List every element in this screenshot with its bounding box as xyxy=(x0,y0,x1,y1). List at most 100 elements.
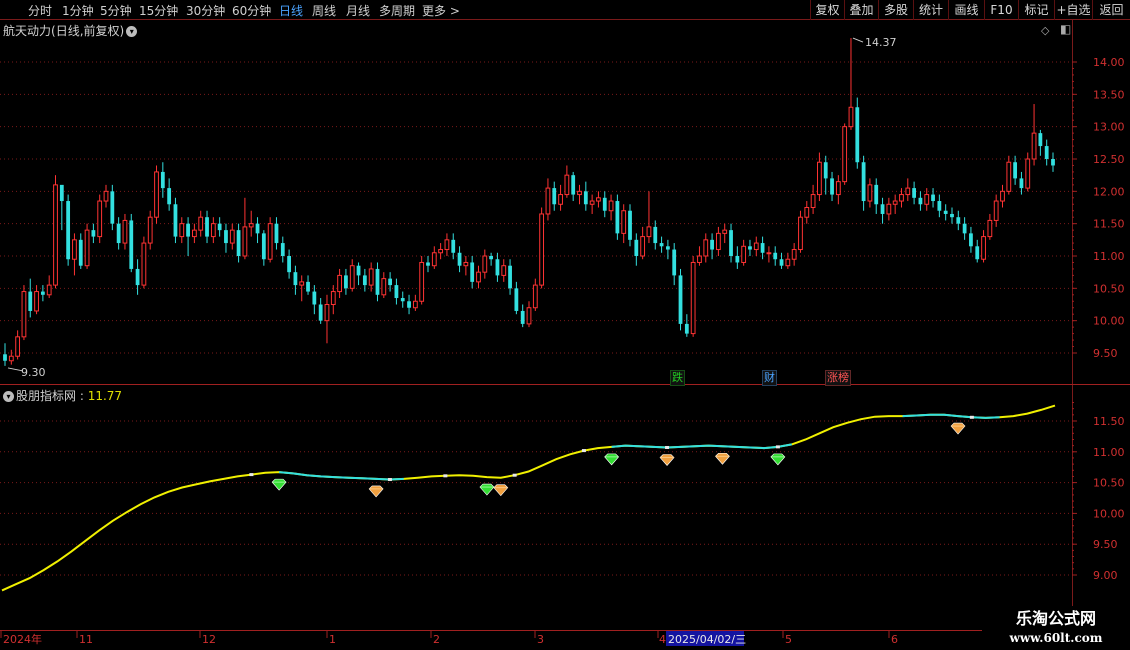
candle-body xyxy=(242,226,248,257)
x-axis-label: 1 xyxy=(329,633,336,646)
buy-signal-gem xyxy=(770,453,786,466)
candle-body xyxy=(1031,132,1037,160)
candle-body xyxy=(672,249,677,276)
candle-body xyxy=(431,252,437,267)
indicator-tick-label: 9.00 xyxy=(1093,569,1118,582)
candle-body xyxy=(791,249,797,260)
candle-body xyxy=(880,204,885,214)
candle-body xyxy=(34,291,39,312)
price-tick-label: 10.50 xyxy=(1093,282,1125,295)
candle-body xyxy=(388,278,393,286)
candle-body xyxy=(444,239,450,251)
line-node xyxy=(443,474,448,478)
candle-body xyxy=(716,232,721,251)
panel-toggle-icon[interactable]: ◧ xyxy=(1060,22,1071,36)
indicator-line-cyan xyxy=(902,413,1000,419)
candle-body xyxy=(532,284,538,309)
watermark-url: www.60lt.com xyxy=(1009,631,1103,645)
low-label: 9.30 xyxy=(21,366,46,379)
candle-body xyxy=(217,223,222,231)
x-axis-label: 2 xyxy=(433,633,440,646)
candle-body xyxy=(589,200,595,205)
candle-body xyxy=(362,275,367,286)
stock-name: 航天动力 xyxy=(3,24,52,38)
candle-body xyxy=(892,200,898,205)
candle-body xyxy=(167,188,172,205)
event-tag-1[interactable]: 财 xyxy=(762,370,777,386)
x-axis-label: 11 xyxy=(79,633,93,646)
candle-body xyxy=(830,178,834,195)
candle-body xyxy=(135,268,140,286)
candle-body xyxy=(552,188,557,205)
watermark-title: 乐淘公式网 xyxy=(1015,609,1096,628)
candle-body xyxy=(621,210,627,234)
candle-body xyxy=(653,226,658,244)
candle-body xyxy=(1019,178,1024,189)
indicator-title: ▾ 股朋指标网 : 11.77 xyxy=(3,387,122,404)
candle-body xyxy=(91,230,96,237)
candle-body xyxy=(1006,161,1012,192)
candle-body xyxy=(1013,162,1018,179)
candle-body xyxy=(659,243,664,247)
candle-body xyxy=(381,278,387,296)
candle-body xyxy=(804,207,810,218)
sell-signal-gem xyxy=(659,454,675,466)
candle-body xyxy=(835,181,841,196)
candle-body xyxy=(539,213,545,286)
candle-body xyxy=(116,223,121,244)
candle-body xyxy=(773,252,778,260)
sell-signal-gem xyxy=(715,452,730,465)
candle-body xyxy=(912,188,917,198)
chevron-down-icon[interactable]: ▾ xyxy=(3,391,14,402)
x-axis-label: 6 xyxy=(891,633,898,646)
candle-body xyxy=(463,261,469,267)
candle-body xyxy=(482,255,488,273)
x-axis-label: 5 xyxy=(785,633,792,646)
candle-body xyxy=(1000,190,1005,202)
candle-body xyxy=(608,200,614,212)
candle-body xyxy=(918,197,923,205)
candle-body xyxy=(324,304,330,322)
candle-body xyxy=(356,265,361,276)
event-tag-0[interactable]: 跌 xyxy=(670,370,685,386)
candle-body xyxy=(84,229,90,267)
candle-body xyxy=(438,249,444,254)
line-node xyxy=(512,473,517,477)
candle-body xyxy=(1038,133,1043,147)
candle-body xyxy=(558,194,563,205)
candle-body xyxy=(710,239,714,250)
candle-body xyxy=(330,291,336,306)
event-tag-2[interactable]: 涨榜 xyxy=(825,370,851,386)
candle-body xyxy=(110,191,115,224)
candle-body xyxy=(646,226,652,238)
diamond-icon[interactable]: ◇ xyxy=(1041,24,1049,37)
candle-body xyxy=(451,239,456,253)
candle-body xyxy=(987,219,993,238)
candle-body xyxy=(306,281,310,292)
candle-body xyxy=(412,300,418,309)
candle-body xyxy=(15,336,21,357)
candle-body xyxy=(147,216,153,244)
cursor-date-label: 2025/04/02/三 xyxy=(668,633,746,646)
price-tick-label: 12.00 xyxy=(1093,185,1125,198)
candle-body xyxy=(489,256,494,260)
candle-body xyxy=(103,190,109,202)
candle-body xyxy=(394,285,399,299)
candle-body xyxy=(741,245,747,263)
high-pointer xyxy=(852,37,864,43)
indicator-tick-label: 10.50 xyxy=(1093,477,1125,490)
candle-body xyxy=(748,246,752,250)
candle-body xyxy=(520,310,525,324)
candle-body xyxy=(224,230,228,244)
candle-body xyxy=(886,203,892,215)
price-tick-label: 10.00 xyxy=(1093,315,1125,328)
candle-body xyxy=(59,184,64,202)
candle-body xyxy=(122,219,128,244)
candle-body xyxy=(236,230,241,256)
candle-body xyxy=(192,229,197,238)
candle-body xyxy=(287,256,291,273)
candle-body xyxy=(596,197,601,202)
chevron-down-icon[interactable]: ▾ xyxy=(126,26,138,37)
line-node xyxy=(387,478,392,482)
buy-signal-gem xyxy=(271,478,287,491)
